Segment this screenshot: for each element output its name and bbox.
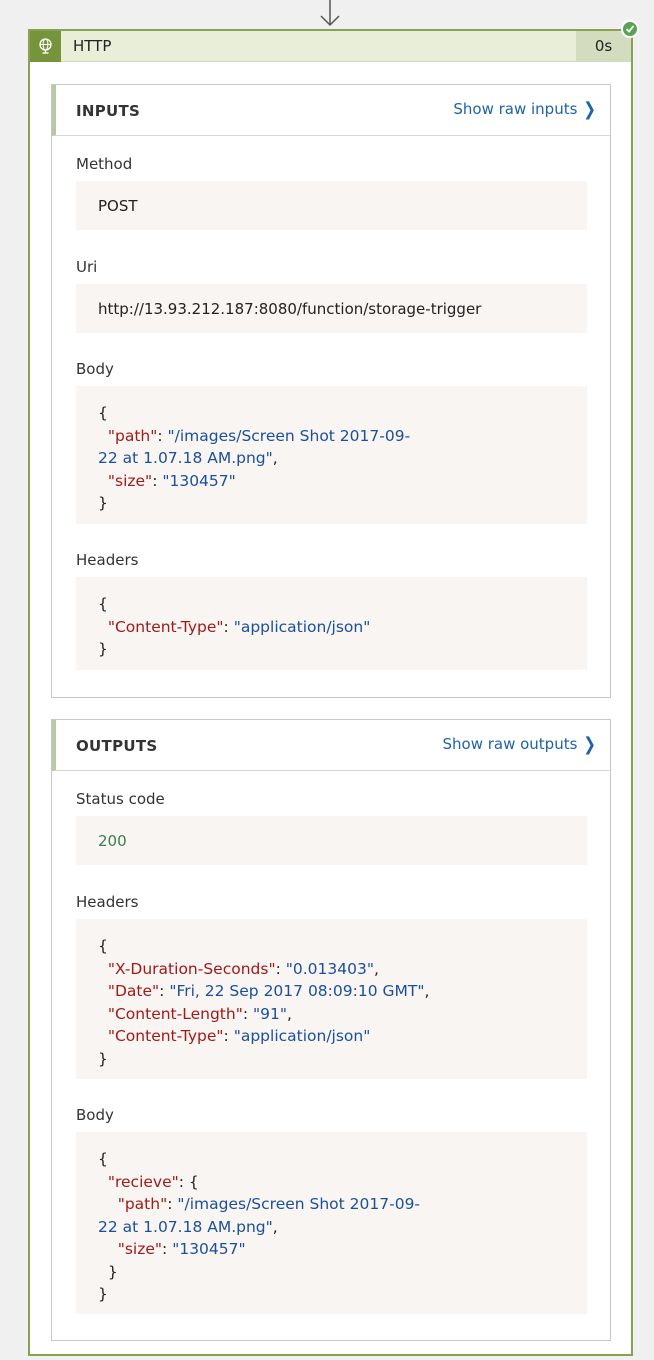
show-raw-inputs-link[interactable]: Show raw inputs ❯ [453, 98, 596, 120]
body-json: { "path": "/images/Screen Shot 2017-09- … [98, 404, 411, 512]
method-label: Method [76, 155, 133, 173]
inputs-section: INPUTS Show raw inputs ❯ Method POST Uri … [51, 84, 611, 698]
body-label: Body [76, 360, 114, 378]
method-value-box: POST [76, 181, 587, 230]
inputs-title: INPUTS [76, 102, 141, 120]
method-value: POST [98, 197, 138, 215]
output-headers-label: Headers [76, 893, 139, 911]
card-title: HTTP [73, 37, 112, 55]
outputs-section: OUTPUTS Show raw outputs ❯ Status code 20… [51, 719, 611, 1341]
uri-value: http://13.93.212.187:8080/function/stora… [98, 300, 482, 318]
output-body-json: { "recieve": { "path": "/images/Screen S… [98, 1150, 421, 1303]
body-json-box: { "path": "/images/Screen Shot 2017-09- … [76, 386, 587, 524]
uri-label: Uri [76, 258, 98, 276]
success-check-icon [621, 20, 639, 38]
duration-badge: 0s [576, 31, 631, 62]
outputs-title: OUTPUTS [76, 737, 158, 755]
outputs-header: OUTPUTS Show raw outputs ❯ [52, 720, 610, 771]
uri-value-box: http://13.93.212.187:8080/function/stora… [76, 284, 587, 333]
globe-icon [30, 31, 61, 62]
inputs-header: INPUTS Show raw inputs ❯ [52, 85, 610, 136]
flow-arrow-icon [320, 0, 340, 27]
chevron-right-icon: ❯ [583, 98, 596, 120]
status-code-label: Status code [76, 790, 165, 808]
show-raw-outputs-link[interactable]: Show raw outputs ❯ [442, 733, 596, 755]
headers-json: { "Content-Type": "application/json" } [98, 595, 371, 658]
headers-label: Headers [76, 551, 139, 569]
output-headers-box: { "X-Duration-Seconds": "0.013403", "Dat… [76, 919, 587, 1079]
status-code-value: 200 [98, 832, 127, 850]
headers-json-box: { "Content-Type": "application/json" } [76, 577, 587, 670]
chevron-right-icon: ❯ [583, 733, 596, 755]
output-body-label: Body [76, 1106, 114, 1124]
card-header[interactable]: HTTP 0s [30, 31, 631, 62]
output-body-box: { "recieve": { "path": "/images/Screen S… [76, 1132, 587, 1314]
status-code-box: 200 [76, 816, 587, 865]
output-headers-json: { "X-Duration-Seconds": "0.013403", "Dat… [98, 937, 430, 1068]
http-action-card: HTTP 0s INPUTS Show raw inputs ❯ Method P… [28, 29, 633, 1356]
